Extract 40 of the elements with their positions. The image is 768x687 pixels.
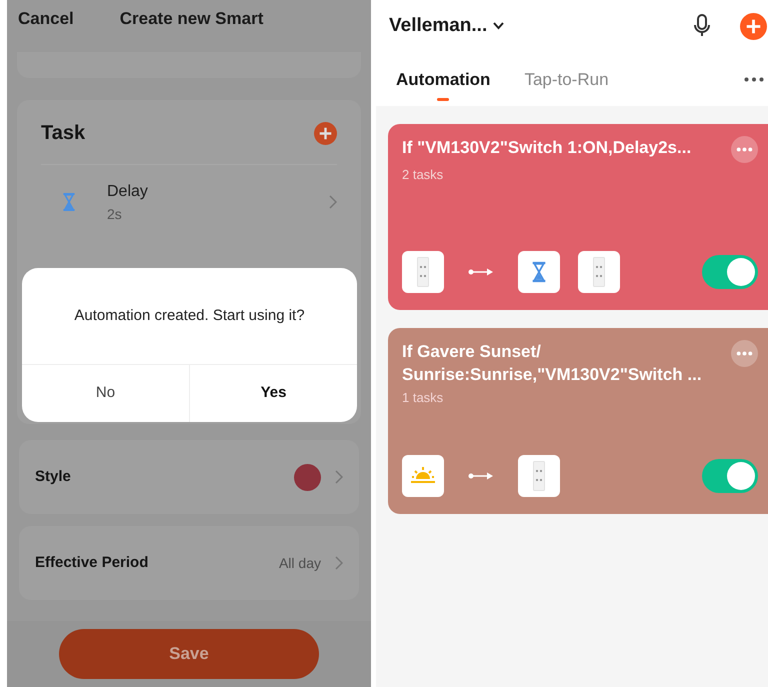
period-label: Effective Period [35,552,150,573]
wall-switch-icon [417,257,429,287]
task-count: 2 tasks [402,166,444,184]
chevron-right-icon [329,195,337,209]
more-icon[interactable] [744,77,764,82]
add-icon[interactable] [740,12,767,40]
cancel-button[interactable]: Cancel [18,6,74,32]
automation-title: If Gavere Sunset/ Sunrise:Sunrise,"VM130V2"Switch ... [402,341,703,386]
task-title: Delay [107,182,149,202]
tab[interactable]: Automation [396,67,490,100]
arrow-icon [468,268,494,276]
dialog-button[interactable]: Yes [189,365,357,422]
task-count: 1 tasks [402,389,444,407]
screen-title: Create new Smart [120,8,264,30]
style-label: Style [35,466,72,487]
arrow-icon [468,472,494,480]
dialog-message: Automation created. Start using it? [74,306,305,326]
hourglass-icon [61,191,77,213]
task-subtitle: 2s [107,204,123,224]
add-icon[interactable] [314,122,337,144]
automation-card[interactable]: If "VM130V2"Switch 1:ON,Delay2s... 2 tasks [388,124,768,310]
chevron-right-icon [335,556,343,570]
section-title: Task [41,121,86,146]
automation-title: If "VM130V2"Switch 1:ON,Delay2s... [402,137,692,159]
wall-switch-icon [593,257,605,287]
chevron-right-icon [335,470,343,484]
caret-icon [493,22,504,30]
dialog-button[interactable]: No [22,365,189,422]
toggle-switch[interactable] [702,459,758,493]
microphone-icon[interactable] [693,14,711,38]
toggle-switch[interactable] [702,255,758,289]
home-selector[interactable]: Velleman... [389,12,504,40]
hourglass-icon [530,261,548,283]
period-card[interactable]: Effective Period All day [19,526,359,600]
wall-switch-icon [533,461,545,491]
period-value: All day [278,554,321,573]
more-icon[interactable] [731,136,758,163]
task-row[interactable]: Delay 2s [41,165,337,239]
style-card[interactable]: Style [19,440,359,514]
tab[interactable]: Tap-to-Run [524,67,609,100]
